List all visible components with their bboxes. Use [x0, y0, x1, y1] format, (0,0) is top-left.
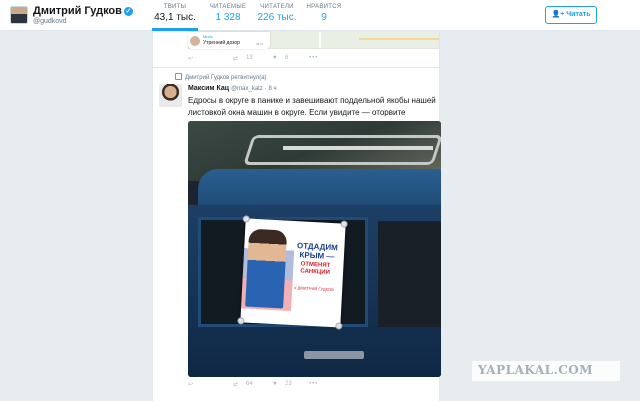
car-roof [198, 169, 441, 209]
stat-value: 9 [321, 12, 327, 23]
poster-line-1: ОТДАДИМ КРЫМ — [296, 241, 339, 262]
profile-header: Дмитрий Гудков ✓ @gudkovd ТВИТЫ 43,1 тыс.… [0, 0, 640, 31]
watermark: YAPLAKAL.COM [472, 361, 620, 381]
poster: ОТДАДИМ КРЫМ — ОТМЕНЯТ САНКЦИИ # ДМИТРИЙ… [237, 215, 348, 330]
tweet-photo[interactable]: ОТДАДИМ КРЫМ — ОТМЕНЯТ САНКЦИИ # ДМИТРИЙ… [188, 121, 441, 377]
active-tab-indicator [152, 28, 198, 31]
add-user-icon: 👤+ [551, 11, 565, 18]
stat-followers[interactable]: ЧИТАТЕЛИ 226 тыс. [254, 4, 300, 23]
like-icon[interactable]: ♥ [273, 55, 277, 61]
stat-value: 1 328 [215, 12, 241, 23]
stat-label: НРАВИТСЯ [306, 4, 342, 10]
retweet-context-text: Дмитрий Гудков ретвитнул(а) [185, 75, 267, 81]
stat-following[interactable]: ЧИТАЕМЫЕ 1 328 [206, 4, 250, 23]
retweet-count: 13 [246, 55, 253, 61]
avatar[interactable] [10, 6, 28, 24]
watermark-text: YAPLAKAL.COM [478, 363, 594, 377]
author-name: Максим Кац [188, 85, 230, 92]
car-rear-window [378, 221, 441, 327]
like-count: 23 [285, 381, 292, 387]
stat-value: 43,1 тыс. [154, 12, 196, 23]
verified-badge-icon: ✓ [123, 7, 133, 16]
divider [153, 67, 441, 68]
reply-icon[interactable]: ↩ [188, 55, 193, 62]
tweet-text: Едросы в округе в панике и завешивают по… [188, 96, 436, 117]
stat-label: ЧИТАЕМЫЕ [209, 4, 247, 10]
stat-value: 226 тыс. [257, 12, 297, 23]
stat-tweets[interactable]: ТВИТЫ 43,1 тыс. [152, 4, 198, 23]
avatar [190, 36, 200, 46]
tweet-author[interactable]: Максим Кац @max_katz · 8 ч [188, 85, 277, 92]
quoted-author: Митя [203, 34, 213, 39]
retweet-context[interactable]: Дмитрий Гудков ретвитнул(а) [175, 73, 267, 81]
tweet-actions: ↩ ⇄ 64 ♥ 23 ••• [188, 381, 388, 393]
map-road [319, 32, 321, 48]
profile-name-text: Дмитрий Гудков [33, 5, 122, 17]
stat-label: ТВИТЫ [163, 4, 187, 10]
follow-button-label: Читать [566, 11, 591, 18]
profile-handle: @gudkovd [33, 18, 67, 25]
avatar[interactable] [159, 84, 182, 107]
author-handle: @max_katz [231, 86, 263, 92]
follow-button[interactable]: 👤+ Читать [545, 6, 597, 24]
retweet-icon[interactable]: ⇄ [233, 381, 238, 388]
door-handle [304, 351, 364, 359]
stat-label: ЧИТАТЕЛИ [260, 4, 294, 10]
like-count: 6 [285, 55, 289, 61]
tweet-actions: ↩ ⇄ 13 ♥ 6 ••• [188, 55, 388, 67]
roof-rack [243, 135, 441, 165]
reply-icon[interactable]: ↩ [188, 381, 193, 388]
quoted-text: Утренний дозор [203, 40, 240, 46]
tweet-time[interactable]: 8 ч [268, 86, 276, 92]
roof-rack-bar [283, 146, 433, 150]
retweet-count: 64 [246, 381, 253, 387]
profile-name[interactable]: Дмитрий Гудков ✓ [33, 5, 133, 17]
poster-portrait [245, 228, 288, 309]
timeline: Митя Утренний дозор 08:11 ↩ ⇄ 13 ♥ 6 •••… [152, 32, 441, 401]
quoted-time: 08:11 [256, 42, 264, 46]
more-icon[interactable]: ••• [309, 381, 318, 387]
like-icon[interactable]: ♥ [273, 381, 277, 387]
more-icon[interactable]: ••• [309, 55, 318, 61]
retweet-icon [175, 73, 182, 80]
poster-line-3: # ДМИТРИЙ ГУДКОВ [294, 285, 334, 293]
poster-line-2: ОТМЕНЯТ САНКЦИИ [300, 261, 331, 276]
stat-likes[interactable]: НРАВИТСЯ 9 [304, 4, 344, 23]
quoted-tweet[interactable]: Митя Утренний дозор 08:11 [188, 32, 270, 49]
retweet-icon[interactable]: ⇄ [233, 55, 238, 62]
map-road [359, 38, 439, 40]
